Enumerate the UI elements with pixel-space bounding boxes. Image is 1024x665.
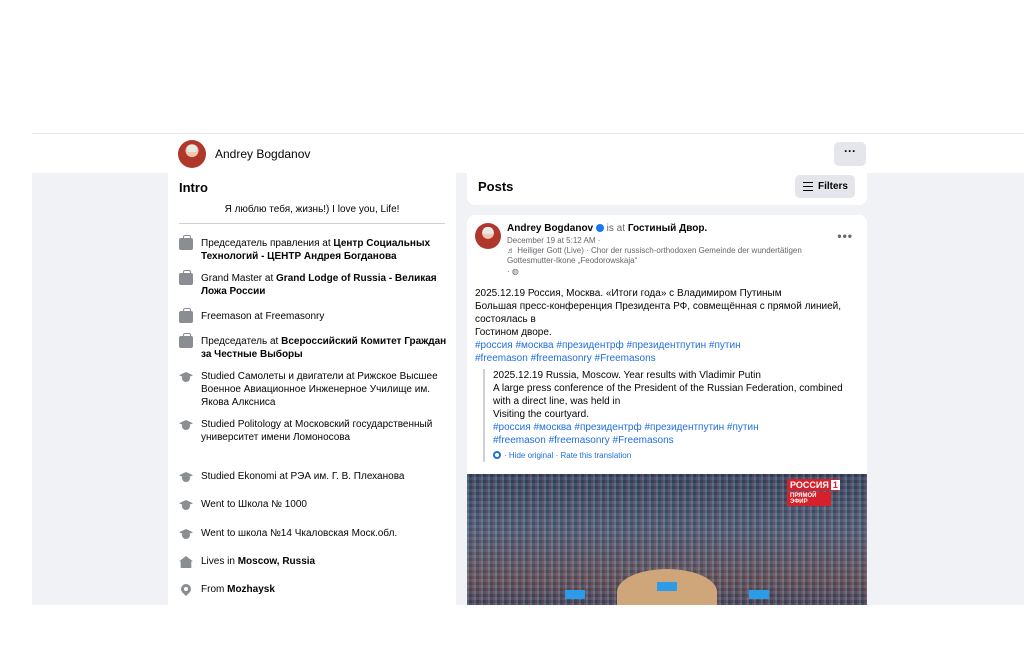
- post-card: Andrey Bogdanov is at Гостиный Двор. Dec…: [467, 215, 867, 605]
- gear-icon: [493, 451, 501, 459]
- graduation-cap-icon: [179, 419, 193, 431]
- post-author[interactable]: Andrey Bogdanov: [507, 223, 593, 234]
- graduation-cap-icon: [179, 371, 193, 383]
- more-options-button[interactable]: ···: [834, 142, 866, 166]
- post-translation: 2025.12.19 Russia, Moscow. Year results …: [483, 369, 859, 462]
- profile-name[interactable]: Andrey Bogdanov: [215, 147, 310, 161]
- post-photo[interactable]: РОССИЯ 1 ПРЯМОЙ ЭФИР: [467, 474, 867, 605]
- intro-item-education-3: Studied Ekonomi at РЭА им. Г. В. Плехано…: [179, 470, 447, 483]
- intro-item-lives-in: Lives in Moscow, Russia: [179, 555, 447, 568]
- briefcase-icon: [179, 235, 193, 250]
- intro-item-education-2: Studied Politology at Московский государ…: [179, 418, 447, 444]
- post-options-icon[interactable]: •••: [837, 229, 853, 243]
- intro-item-work-1: Председатель правления at Центр Социальн…: [179, 235, 447, 263]
- post-timestamp[interactable]: December 19 at 5:12 AM ·: [507, 236, 837, 246]
- tv-channel-logo: РОССИЯ 1 ПРЯМОЙ ЭФИР: [787, 479, 840, 506]
- graduation-cap-icon: [179, 499, 193, 511]
- intro-bio: Я люблю тебя, жизнь!) I love you, Life!: [179, 204, 445, 224]
- post-location[interactable]: Гостиный Двор.: [628, 223, 707, 234]
- translation-hashtags[interactable]: #россия #москва #президентрф #президентп…: [493, 421, 859, 434]
- intro-card: Intro Я люблю тебя, жизнь!) I love you, …: [168, 173, 456, 605]
- post-hashtags[interactable]: #freemason #freemasonry #Freemasons: [475, 352, 863, 365]
- posts-header: Posts Filters: [467, 173, 867, 205]
- intro-item-work-3: Freemason at Freemasonry: [179, 308, 447, 323]
- avatar[interactable]: [178, 140, 206, 168]
- intro-title: Intro: [179, 180, 208, 195]
- post-hashtags[interactable]: #россия #москва #президентрф #президентп…: [475, 339, 863, 352]
- audience-globe-icon: · ◍: [507, 267, 519, 276]
- briefcase-icon: [179, 308, 193, 323]
- posts-title: Posts: [478, 179, 514, 194]
- graduation-cap-icon: [179, 528, 193, 540]
- intro-link[interactable]: Mozhaysk: [227, 584, 275, 595]
- briefcase-icon: [179, 333, 193, 348]
- home-icon: [179, 556, 193, 568]
- post-header: Andrey Bogdanov is at Гостиный Двор. Dec…: [507, 223, 837, 277]
- rate-translation-link[interactable]: · Rate this translation: [553, 451, 632, 460]
- intro-item-education-5: Went to школа №14 Чкаловская Моск.обл.: [179, 527, 447, 540]
- stage-screen: [565, 590, 585, 599]
- verified-badge-icon: [595, 224, 604, 232]
- profile-page: Andrey Bogdanov ··· Intro Я люблю тебя, …: [32, 133, 1024, 605]
- post-text: 2025.12.19 Россия, Москва. «Итоги года» …: [475, 287, 863, 365]
- intro-item-work-4: Председатель at Всероссийский Комитет Гр…: [179, 333, 447, 361]
- profile-topbar: Andrey Bogdanov ···: [32, 133, 1024, 173]
- intro-item-education-4: Went to Школа № 1000: [179, 498, 447, 511]
- stage-screen: [749, 590, 769, 599]
- intro-item-education-1: Studied Самолеты и двигатели at Рижское …: [179, 370, 447, 409]
- filters-button[interactable]: Filters: [795, 175, 855, 198]
- intro-item-work-2: Grand Master at Grand Lodge of Russia - …: [179, 270, 447, 298]
- briefcase-icon: [179, 270, 193, 285]
- intro-link[interactable]: Moscow, Russia: [238, 556, 315, 567]
- hide-original-link[interactable]: · Hide original: [504, 451, 553, 460]
- post-music[interactable]: ♬ Heiliger Gott (Live) · Chor der russis…: [507, 246, 837, 266]
- filters-icon: [803, 182, 813, 191]
- intro-item-from: From Mozhaysk: [179, 583, 447, 596]
- stage-screen: [657, 582, 677, 591]
- location-pin-icon: [179, 584, 193, 596]
- translation-hashtags[interactable]: #freemason #freemasonry #Freemasons: [493, 434, 859, 447]
- avatar[interactable]: [475, 223, 501, 249]
- graduation-cap-icon: [179, 471, 193, 483]
